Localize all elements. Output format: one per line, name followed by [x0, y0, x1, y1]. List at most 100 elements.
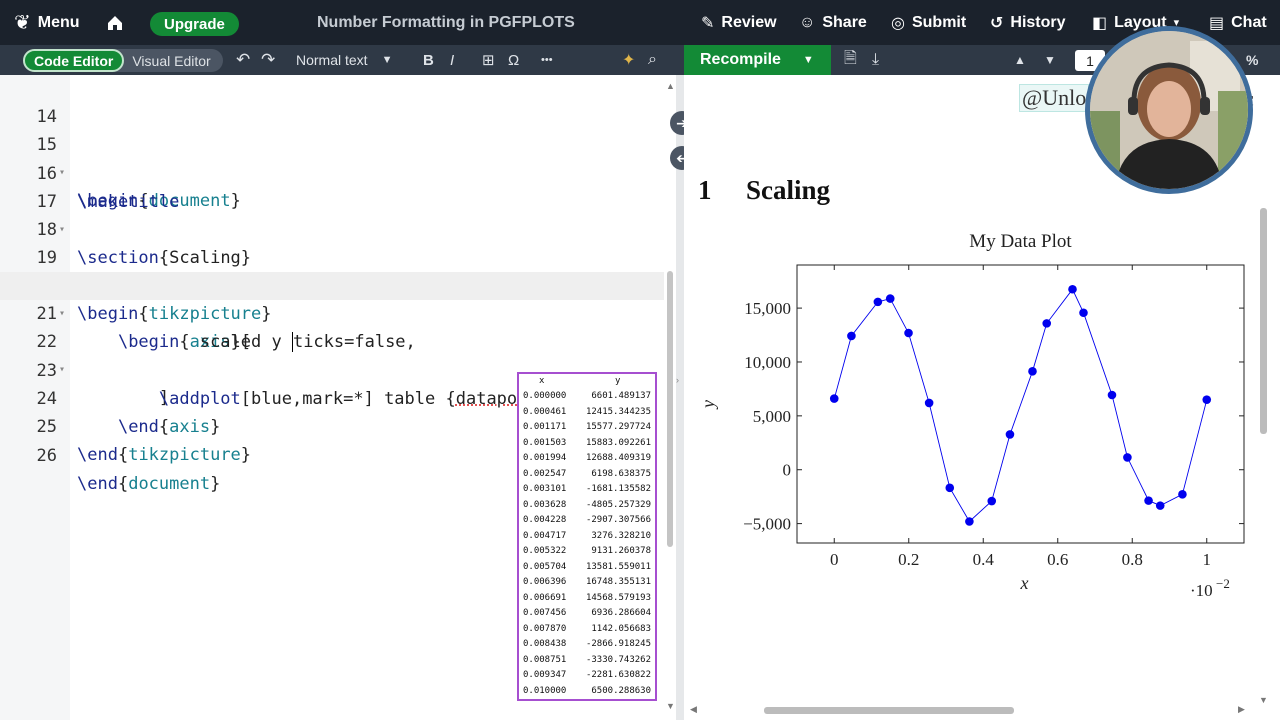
cell-x: 0.007870: [523, 623, 567, 634]
webcam-overlay: [1085, 26, 1253, 194]
code-line[interactable]: 19 ▾ \begin{tikzpicture}: [0, 216, 664, 324]
x-multiplier-exponent: −2: [1216, 576, 1230, 591]
code-line[interactable]: 14: [0, 75, 664, 127]
table-row: 0.005704 13581.559011: [519, 559, 655, 575]
cell-x: 0.001994: [523, 453, 567, 463]
code-line[interactable]: 17 ▾ \section{Scaling}: [0, 160, 664, 268]
code-editor-toggle[interactable]: Code Editor: [23, 49, 125, 72]
code-line[interactable]: 20 ▾ \begin{axis}[: [0, 244, 664, 352]
drag-handle-icon[interactable]: ›: [676, 375, 684, 389]
writefull-button[interactable]: ✦: [622, 45, 635, 75]
cell-x: 0.004228: [523, 515, 567, 525]
more-button[interactable]: •••: [541, 45, 553, 75]
chevron-down-icon[interactable]: ▼: [803, 54, 814, 66]
italic-button[interactable]: I: [450, 45, 454, 75]
cell-y: -3330.743262: [585, 654, 651, 665]
data-point: [1079, 308, 1088, 318]
table-row: 0.004228 -2907.307566: [519, 512, 655, 528]
code-token: document: [128, 474, 211, 494]
text-style-select[interactable]: Normal text ▼: [296, 45, 392, 75]
cell-x: 0.010000: [523, 685, 567, 696]
submit-button[interactable]: ◎ Submit: [891, 0, 966, 45]
preview-horizontal-scrollbar[interactable]: ◀ ▶: [690, 704, 1250, 716]
search-button[interactable]: ⌕: [648, 45, 657, 75]
chevron-up-icon: ▲: [1014, 53, 1026, 67]
scroll-up-icon[interactable]: ▲: [666, 81, 675, 91]
data-point: [1123, 453, 1132, 462]
code-line[interactable]: 22 ▾ ]: [0, 300, 664, 408]
data-point: [965, 517, 974, 526]
project-title[interactable]: Number Formatting in PGFPLOTS: [317, 0, 575, 45]
writefull-icon: ✦: [622, 52, 636, 69]
logs-button[interactable]: 🗎: [844, 45, 857, 75]
editor-scrollbar-thumb[interactable]: [667, 271, 673, 547]
cell-x: 0.005704: [523, 561, 567, 572]
pane-divider[interactable]: ›: [676, 75, 684, 720]
scroll-left-icon[interactable]: ◀: [690, 704, 697, 715]
x-tick-label: 0: [830, 550, 839, 569]
zoom-select[interactable]: %: [1246, 45, 1258, 75]
editor-scrollbar[interactable]: ▲ ▼: [664, 75, 676, 720]
cell-y: -2907.307566: [585, 515, 651, 525]
table-icon: ⊞: [482, 52, 495, 69]
cell-y: 6198.638375: [591, 468, 651, 479]
scroll-down-icon[interactable]: ▼: [666, 701, 675, 711]
data-plot: My Data Plot 0 0.2 0.4 0.6 0.8 1 −5,000 0 5,000 10…: [698, 231, 1245, 600]
insert-symbol-button[interactable]: Ω: [508, 45, 519, 75]
code-line-active[interactable]: 21 scaled y ticks=false,: [0, 272, 664, 352]
previous-page-button[interactable]: ▲: [1014, 45, 1026, 75]
cell-y: 12415.344235: [585, 406, 651, 417]
recompile-button[interactable]: Recompile ▼: [684, 45, 831, 75]
series-line: [833, 288, 1208, 523]
share-label: Share: [822, 13, 867, 31]
visual-editor-toggle[interactable]: Visual Editor: [124, 53, 218, 69]
table-row: 0.002547 6198.638375: [519, 466, 655, 482]
code-line[interactable]: 18: [0, 188, 664, 240]
menu-button[interactable]: ❦ Menu: [14, 0, 80, 45]
code-line[interactable]: 16 \maketitle: [0, 132, 664, 212]
overleaf-logo-icon: ❦: [14, 12, 31, 34]
presenter-image: [1090, 31, 1248, 189]
history-label: History: [1010, 13, 1066, 31]
chart-title: My Data Plot: [969, 231, 1072, 252]
code-line[interactable]: 23 \addplot[blue,mark=*] table {datapoin…: [0, 329, 664, 409]
upgrade-button[interactable]: Upgrade: [150, 12, 239, 36]
undo-icon: ↶: [236, 50, 251, 69]
download-icon: ⤓: [872, 51, 880, 68]
globe-icon: ◎: [891, 14, 905, 32]
preview-scrollbar[interactable]: ▼: [1257, 75, 1269, 707]
data-point: [1068, 284, 1077, 294]
table-row: 0.000461 12415.344235: [519, 404, 655, 420]
bold-button[interactable]: B: [423, 45, 434, 75]
code-token: \end: [77, 445, 118, 465]
share-button[interactable]: ☺ Share: [799, 0, 867, 45]
column-header-y: y: [615, 376, 621, 386]
recompile-label: Recompile: [700, 51, 781, 68]
code-token: tikzpicture: [128, 445, 241, 465]
line-number: 26: [36, 446, 57, 466]
chat-button[interactable]: ▤ Chat: [1209, 0, 1267, 45]
next-page-button[interactable]: ▼: [1044, 45, 1056, 75]
preview-scrollbar-thumb[interactable]: [1260, 208, 1267, 434]
cell-y: 13581.559011: [585, 561, 651, 572]
scroll-down-icon[interactable]: ▼: [1259, 695, 1268, 705]
cell-y: 6936.286604: [591, 608, 651, 618]
x-tick-label: 0.8: [1122, 550, 1143, 569]
review-button[interactable]: ✎ Review: [701, 0, 777, 45]
insert-table-button[interactable]: ⊞: [482, 45, 495, 75]
preview-horizontal-thumb[interactable]: [764, 707, 1014, 714]
undo-button[interactable]: ↶: [236, 45, 250, 75]
table-row: 0.010000 6500.288630: [519, 683, 655, 699]
download-pdf-button[interactable]: ⤓: [872, 45, 879, 75]
history-button[interactable]: ↺ History: [990, 0, 1066, 45]
editor-toolbar: Code Editor Visual Editor ↶ ↷ Normal tex…: [0, 45, 684, 75]
cell-y: 14568.579193: [585, 592, 651, 603]
datapoints-table: x y 0.000000 6601.489137 0.000461 12415.344…: [517, 372, 657, 701]
data-point: [1042, 319, 1052, 328]
x-multiplier-label: ·10: [1190, 581, 1213, 600]
redo-button[interactable]: ↷: [261, 45, 275, 75]
cell-y: 15883.092261: [585, 437, 651, 448]
scroll-right-icon[interactable]: ▶: [1238, 704, 1245, 715]
code-line[interactable]: 15 ▾ \begin{document}: [0, 103, 664, 211]
home-button[interactable]: [106, 0, 124, 45]
